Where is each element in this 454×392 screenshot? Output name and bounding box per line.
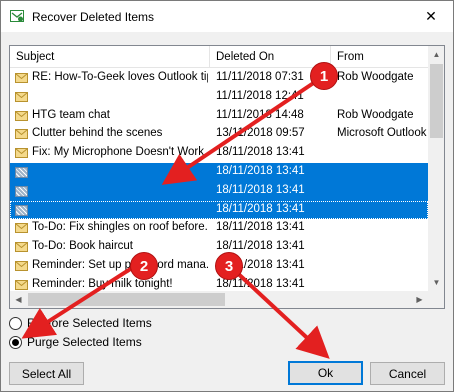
column-header-from[interactable]: From: [331, 46, 428, 68]
hatched-item-icon: [15, 185, 28, 197]
scroll-right-arrow-icon[interactable]: ▶: [411, 291, 428, 308]
horizontal-scroll-thumb[interactable]: [28, 293, 225, 306]
restore-radio[interactable]: [9, 316, 22, 330]
envelope-icon: [15, 91, 28, 102]
list-row[interactable]: Fix: My Microphone Doesn't Work ... 18/11…: [10, 144, 428, 163]
envelope-icon: [15, 73, 28, 83]
cell-deleted-on: 18/11/2018 13:41: [216, 202, 305, 215]
list-row[interactable]: 18/11/2018 13:41: [10, 200, 428, 220]
list-row[interactable]: HTG team chat 11/11/2018 14:48 Rob Woodgat…: [10, 107, 428, 126]
envelope-icon: [15, 242, 28, 253]
ok-label: Ok: [317, 366, 334, 380]
cell-subject: Reminder: Buy milk tonight!: [32, 277, 173, 290]
restore-option[interactable]: Restore Selected Items: [9, 316, 152, 330]
annotation-callout-2: 2: [130, 252, 158, 280]
title-bar: Recover Deleted Items ✕: [1, 1, 453, 32]
purge-radio[interactable]: [9, 335, 22, 349]
list-header: Subject Deleted On From: [10, 46, 428, 68]
cell-subject: To-Do: Fix shingles on roof before...: [32, 221, 208, 234]
ok-button[interactable]: Ok: [288, 361, 363, 385]
cell-subject: Fix: My Microphone Doesn't Work ...: [32, 146, 208, 159]
horizontal-scrollbar[interactable]: ◀ ▶: [10, 291, 428, 308]
cell-subject: Reminder: Set up password mana...: [32, 258, 208, 271]
vertical-scroll-thumb[interactable]: [430, 64, 443, 138]
cell-deleted-on: 18/11/2018 13:41: [216, 146, 305, 159]
list-row[interactable]: Clutter behind the scenes 13/11/2018 09:5…: [10, 125, 428, 144]
close-button[interactable]: ✕: [409, 1, 453, 32]
cell-subject: To-Do: Book haircut: [32, 240, 133, 253]
cell-deleted-on: 18/11/2018 13:41: [216, 183, 305, 196]
envelope-icon: [15, 129, 28, 140]
scrollbar-corner: [428, 291, 444, 308]
close-icon: ✕: [425, 8, 437, 24]
cell-subject: RE: How-To-Geek loves Outlook tips: [32, 71, 208, 83]
cell-deleted-on: 18/11/2018 13:41: [216, 221, 305, 234]
annotation-callout-3: 3: [215, 252, 243, 280]
envelope-icon: [15, 110, 28, 121]
list-row[interactable]: 18/11/2018 13:41: [10, 181, 428, 201]
list-row[interactable]: To-Do: Fix shingles on roof before... 18/…: [10, 219, 428, 238]
cancel-button[interactable]: Cancel: [370, 362, 445, 385]
envelope-icon: [15, 223, 28, 234]
envelope-icon: [15, 279, 28, 290]
select-all-label: Select All: [21, 366, 72, 381]
cell-from: Rob Woodgate: [337, 71, 414, 83]
cell-deleted-on: 11/11/2018 12:41: [216, 89, 304, 102]
envelope-icon: [15, 148, 28, 159]
cancel-label: Cancel: [388, 366, 427, 381]
recover-deleted-items-dialog: Recover Deleted Items ✕ Subject Deleted …: [0, 0, 454, 392]
vertical-scrollbar[interactable]: ▲ ▼: [428, 46, 444, 291]
cell-deleted-on: 18/11/2018 13:41: [216, 240, 305, 253]
column-header-deleted-on[interactable]: Deleted On: [210, 46, 331, 68]
envelope-icon: [15, 260, 28, 271]
window-title: Recover Deleted Items: [32, 10, 155, 24]
list-row[interactable]: RE: How-To-Geek loves Outlook tips 11/11/…: [10, 69, 428, 88]
cell-deleted-on: 13/11/2018 09:57: [216, 127, 305, 140]
scroll-down-arrow-icon[interactable]: ▼: [428, 274, 444, 291]
cell-subject: Clutter behind the scenes: [32, 127, 163, 140]
purge-label: Purge Selected Items: [27, 335, 142, 349]
hatched-item-icon: [15, 166, 28, 178]
column-header-subject[interactable]: Subject: [10, 46, 210, 68]
list-row[interactable]: To-Do: Book haircut 18/11/2018 13:41: [10, 238, 428, 257]
list-row[interactable]: 18/11/2018 13:41: [10, 162, 428, 182]
outlook-recover-icon: [10, 10, 24, 22]
cell-deleted-on: 18/11/2018 13:41: [216, 277, 305, 290]
cell-deleted-on: 18/11/2018 13:41: [216, 164, 305, 177]
hatched-item-icon: [15, 204, 28, 216]
restore-label: Restore Selected Items: [27, 316, 152, 330]
cell-subject: HTG team chat: [32, 108, 110, 121]
annotation-callout-1: 1: [310, 62, 338, 90]
cell-deleted-on: 11/11/2018 14:48: [216, 108, 304, 121]
scroll-up-arrow-icon[interactable]: ▲: [428, 46, 444, 63]
list-row[interactable]: 11/11/2018 12:41: [10, 88, 428, 107]
scroll-left-arrow-icon[interactable]: ◀: [10, 291, 27, 308]
select-all-button[interactable]: Select All: [9, 362, 84, 385]
cell-from: Microsoft Outlook: [337, 127, 427, 140]
purge-option[interactable]: Purge Selected Items: [9, 335, 142, 349]
cell-from: Rob Woodgate: [337, 108, 414, 121]
